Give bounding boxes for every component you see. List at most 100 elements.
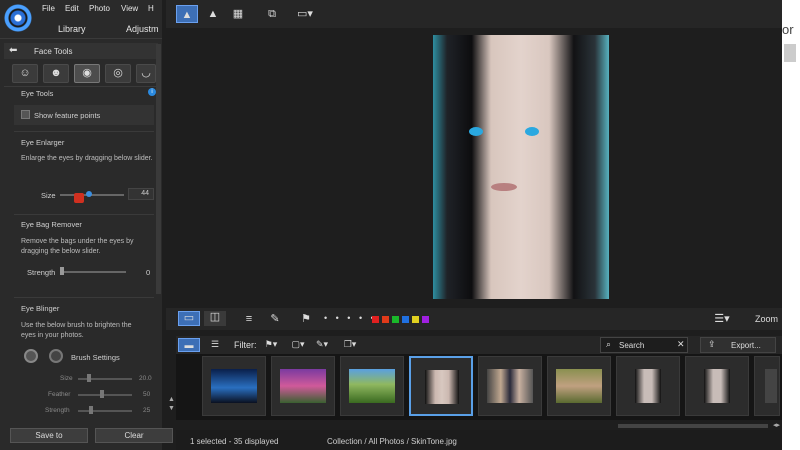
scroll-up-arrow-icon[interactable]: ▲: [168, 396, 175, 403]
divider: [14, 131, 154, 132]
filter-flag-dropdown[interactable]: ⚑▾: [260, 337, 282, 352]
color-label-red[interactable]: [372, 316, 379, 323]
brush-strength-slider[interactable]: [78, 410, 132, 412]
grid-view-icon[interactable]: ▦: [227, 5, 249, 23]
back-arrow-icon[interactable]: ⬅: [9, 45, 17, 56]
hand-cursor-icon: [74, 193, 84, 203]
color-label-yellow[interactable]: [412, 316, 419, 323]
photo-lips: [491, 183, 517, 191]
thumbnail[interactable]: [547, 356, 611, 416]
selection-status: 1 selected - 35 displayed: [190, 437, 279, 446]
eye-enlarger-description: Enlarge the eyes by dragging below slide…: [21, 155, 153, 162]
menu-file[interactable]: File: [42, 4, 55, 13]
thumbnail[interactable]: [202, 356, 266, 416]
eye-tool-icon[interactable]: ◉: [74, 64, 100, 83]
thumbnail[interactable]: [340, 356, 404, 416]
filter-frame-dropdown[interactable]: ▢▾: [288, 337, 308, 352]
thumbnail[interactable]: [685, 356, 749, 416]
color-label-blue[interactable]: [402, 316, 409, 323]
export-icon: ⇪: [708, 339, 716, 349]
face-beautify-tool-icon[interactable]: ☻: [43, 64, 69, 83]
feature-points-row: Show feature points: [14, 105, 154, 125]
eye-enlarger-heading: Eye Enlarger: [21, 138, 65, 147]
fit-screen-icon[interactable]: ⧉: [261, 5, 283, 23]
brush-feather-knob[interactable]: [100, 390, 104, 398]
clear-search-icon[interactable]: ✕: [677, 339, 685, 350]
menu-photo[interactable]: Photo: [89, 4, 110, 13]
menu-view[interactable]: View: [121, 4, 138, 13]
background-scroll-thumb: [784, 44, 796, 62]
thumbnail[interactable]: [616, 356, 680, 416]
mouth-tool-icon[interactable]: ◡: [136, 64, 156, 83]
filter-label: Filter:: [234, 340, 257, 350]
search-input[interactable]: Search: [619, 341, 644, 350]
display-menu-icon[interactable]: ▭▾: [292, 5, 318, 23]
edit-toolbar: ▭ ◫ ≡ ✎ ⚑ • • • • • ☰▾ Zoom: [166, 308, 782, 330]
main-photo: [433, 35, 609, 299]
color-label-green[interactable]: [392, 316, 399, 323]
search-box[interactable]: ⌕ Search ✕: [600, 337, 688, 353]
rating-dots[interactable]: • • • • •: [324, 313, 377, 323]
panel-scrollbar[interactable]: [156, 44, 161, 294]
strength-slider-knob[interactable]: [60, 267, 64, 275]
eraser-icon[interactable]: [49, 349, 63, 363]
eye-blinger-heading: Eye Blinger: [21, 304, 60, 313]
divider: [14, 297, 154, 298]
scroll-down-arrow-icon[interactable]: ▼: [168, 405, 175, 412]
thumbnail[interactable]: [478, 356, 542, 416]
photo-left-eye: [469, 127, 483, 136]
list-view-icon[interactable]: ☰: [204, 338, 226, 352]
rotate-icon[interactable]: ≡: [238, 310, 260, 328]
tab-adjustment[interactable]: Adjustm: [126, 24, 159, 34]
color-label-orange[interactable]: [382, 316, 389, 323]
view-toolbar: ▲ ▲ ▦ ⧉ ▭▾: [166, 0, 782, 28]
filmstrip-scrollbar[interactable]: [618, 424, 768, 428]
color-label-purple[interactable]: [422, 316, 429, 323]
filter-pen-dropdown[interactable]: ✎▾: [312, 337, 332, 352]
menu-help[interactable]: H: [148, 4, 154, 13]
eye-bag-tool-icon[interactable]: ◎: [105, 64, 131, 83]
zoom-label[interactable]: Zoom: [755, 314, 778, 324]
divider: [0, 38, 162, 39]
brush-size-label: Size: [60, 375, 73, 382]
save-to-button[interactable]: Save to: [10, 428, 88, 443]
size-value[interactable]: 44: [128, 188, 154, 200]
app-logo: [4, 4, 32, 32]
size-slider[interactable]: [60, 194, 124, 196]
scroll-arrows-icon[interactable]: ◂▸: [773, 421, 780, 429]
filter-copy-dropdown[interactable]: ❐▾: [340, 337, 360, 352]
thumbnail-selected[interactable]: [409, 356, 473, 416]
brush-strength-value: 25: [143, 407, 151, 414]
split-pane-icon[interactable]: ◫: [204, 311, 226, 326]
brush-size-knob[interactable]: [87, 374, 91, 382]
strength-slider[interactable]: [60, 271, 126, 273]
clear-button[interactable]: Clear: [95, 428, 173, 443]
face-shape-tool-icon[interactable]: ☺: [12, 64, 38, 83]
face-tools-title: Face Tools: [34, 47, 73, 56]
filmstrip-view-icon[interactable]: ▬: [178, 338, 200, 352]
brush-strength-knob[interactable]: [89, 406, 93, 414]
menu-edit[interactable]: Edit: [65, 4, 79, 13]
brush-icon[interactable]: [24, 349, 38, 363]
flag-icon[interactable]: ⚑: [296, 310, 316, 328]
size-label: Size: [41, 191, 56, 200]
single-view-icon[interactable]: ▲: [176, 5, 198, 23]
eye-bag-description-line1: Remove the bags under the eyes by: [21, 238, 134, 245]
export-button[interactable]: ⇪ Export...: [700, 337, 776, 353]
thumbnail[interactable]: [754, 356, 780, 416]
single-pane-icon[interactable]: ▭: [178, 311, 200, 326]
filmstrip-toolbar: ▬ ☰ Filter: ⚑▾ ▢▾ ✎▾ ❐▾ ⌕ Search ✕ ⇪ Exp…: [176, 336, 782, 354]
eye-bag-description-line2: dragging the below slider.: [21, 248, 101, 255]
edit-pen-icon[interactable]: ✎: [264, 310, 286, 328]
feature-points-checkbox[interactable]: [21, 110, 30, 119]
thumbnail[interactable]: [271, 356, 335, 416]
file-path: Collection / All Photos / SkinTone.jpg: [327, 437, 457, 446]
background-text: or: [782, 22, 794, 37]
size-slider-knob[interactable]: [86, 191, 92, 197]
sort-menu-icon[interactable]: ☰▾: [710, 310, 734, 328]
compare-view-icon[interactable]: ▲: [202, 5, 224, 23]
info-icon[interactable]: i: [148, 88, 156, 96]
photo-right-eye: [525, 127, 539, 136]
brush-feather-slider[interactable]: [78, 394, 132, 396]
tab-library[interactable]: Library: [58, 24, 86, 34]
